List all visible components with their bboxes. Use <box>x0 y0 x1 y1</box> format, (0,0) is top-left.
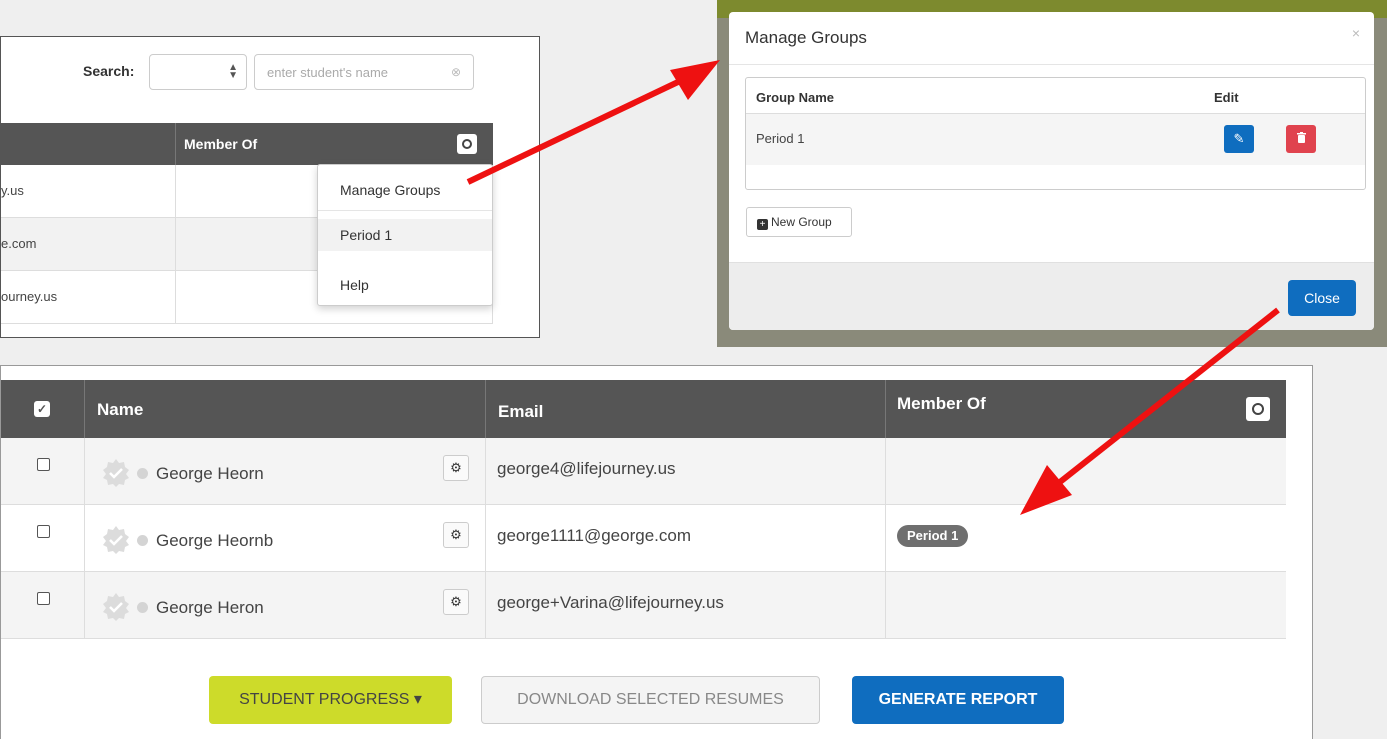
add-column-button[interactable] <box>457 134 477 154</box>
column-divider <box>485 572 486 639</box>
search-placeholder: enter student's name <box>267 65 388 80</box>
row-settings-button[interactable]: ⚙ <box>443 522 469 548</box>
status-dot <box>137 535 148 546</box>
member-of-header: Member Of <box>184 136 258 152</box>
student-email: george+Varina@lifejourney.us <box>497 593 724 612</box>
badge-check-icon <box>103 593 129 621</box>
column-divider <box>885 505 886 572</box>
edit-header: Edit <box>1214 90 1239 105</box>
column-divider <box>175 123 176 165</box>
badge-check-icon <box>103 459 129 487</box>
close-button[interactable]: Close <box>1288 280 1356 316</box>
group-badge: Period 1 <box>897 525 969 547</box>
column-divider <box>885 572 886 639</box>
gear-icon: ⚙ <box>450 527 462 542</box>
student-email: george1111@george.com <box>497 526 691 545</box>
gear-icon: ⚙ <box>450 460 462 475</box>
column-divider <box>485 438 486 505</box>
row-settings-button[interactable]: ⚙ <box>443 455 469 481</box>
menu-item-manage-groups[interactable]: Manage Groups <box>318 174 492 206</box>
modal-title: Manage Groups <box>745 28 867 47</box>
search-filter-select[interactable]: ▲ ▼ <box>149 54 247 90</box>
menu-item-period-1[interactable]: Period 1 <box>318 219 492 251</box>
column-divider <box>175 218 176 271</box>
row-settings-button[interactable]: ⚙ <box>443 589 469 615</box>
add-column-button[interactable] <box>1246 397 1270 421</box>
email-cell: e.com <box>1 236 37 251</box>
pencil-icon: ✎ <box>1233 131 1245 146</box>
column-divider <box>885 438 886 505</box>
new-group-button[interactable]: + New Group <box>746 207 852 237</box>
plus-square-icon: + <box>757 219 768 230</box>
student-name: George Heorn <box>156 464 264 483</box>
clear-search-icon[interactable]: ⊗ <box>451 65 461 79</box>
row-checkbox[interactable] <box>37 458 50 471</box>
student-name: George Heornb <box>156 531 274 550</box>
new-group-label: New Group <box>771 215 832 229</box>
download-resumes-button[interactable]: DOWNLOAD SELECTED RESUMES <box>481 676 820 724</box>
row-checkbox[interactable] <box>37 525 50 538</box>
generate-report-button[interactable]: GENERATE REPORT <box>852 676 1064 724</box>
group-name: Period 1 <box>756 131 805 146</box>
table-row: George Heron ⚙ george+Varina@lifejourney… <box>1 572 1286 639</box>
table-row: George Heornb ⚙ george1111@george.com Pe… <box>1 505 1286 572</box>
modal-footer: Close <box>729 262 1374 330</box>
edit-group-button[interactable]: ✎ <box>1224 125 1254 153</box>
delete-group-button[interactable] <box>1286 125 1316 153</box>
column-divider <box>84 438 85 505</box>
column-divider <box>175 271 176 324</box>
column-divider <box>84 572 85 639</box>
status-dot <box>137 468 148 479</box>
table-row: George Heorn ⚙ george4@lifejourney.us <box>1 438 1286 505</box>
column-divider <box>485 380 486 438</box>
menu-item-help[interactable]: Help <box>318 269 492 301</box>
email-cell: ourney.us <box>1 289 58 304</box>
plus-circle-icon <box>462 139 472 149</box>
modal-divider <box>729 64 1374 65</box>
plus-circle-icon <box>1252 403 1264 415</box>
groups-table: Group Name Edit Period 1 ✎ <box>745 77 1366 190</box>
student-email: george4@lifejourney.us <box>497 459 676 478</box>
email-cell: y.us <box>1 183 24 198</box>
select-all-checkbox[interactable]: ✓ <box>34 401 50 417</box>
group-name-header: Group Name <box>756 90 835 105</box>
badge-check-icon <box>103 526 129 554</box>
status-dot <box>137 602 148 613</box>
students-table-panel: ✓ Name Email Member Of George Heorn ⚙ ge… <box>0 365 1313 739</box>
column-divider <box>885 380 886 438</box>
manage-groups-screenshot: Manage Groups × Group Name Edit Period 1… <box>717 0 1387 347</box>
up-down-arrows-icon: ▲ ▼ <box>228 62 238 81</box>
email-header: Email <box>498 402 544 421</box>
member-of-header: Member Of <box>897 394 986 413</box>
column-divider <box>84 505 85 572</box>
table-header: ✓ Name Email Member Of <box>1 380 1286 438</box>
student-name: George Heron <box>156 598 264 617</box>
group-dropdown-menu: Manage Groups Period 1 Help <box>317 164 493 306</box>
group-row: Period 1 ✎ <box>746 113 1365 165</box>
manage-groups-modal: Manage Groups × Group Name Edit Period 1… <box>729 12 1374 330</box>
search-input[interactable]: enter student's name ⊗ <box>254 54 474 90</box>
trash-icon <box>1296 132 1306 143</box>
search-label: Search: <box>83 63 135 79</box>
student-progress-button[interactable]: STUDENT PROGRESS ▾ <box>209 676 452 724</box>
column-divider <box>84 380 85 438</box>
table-header: Member Of <box>1 123 493 165</box>
close-icon[interactable]: × <box>1352 25 1360 41</box>
gear-icon: ⚙ <box>450 594 462 609</box>
row-checkbox[interactable] <box>37 592 50 605</box>
menu-divider <box>318 210 492 211</box>
name-header: Name <box>97 400 144 419</box>
column-divider <box>485 505 486 572</box>
column-divider <box>175 165 176 218</box>
search-panel: Search: ▲ ▼ enter student's name ⊗ Member… <box>0 36 540 338</box>
